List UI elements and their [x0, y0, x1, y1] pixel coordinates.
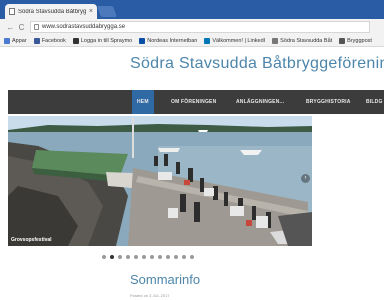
- info-icon[interactable]: [34, 24, 39, 30]
- browser-tab[interactable]: Södra Stavsudda Båtbryg ×: [5, 4, 97, 19]
- address-bar[interactable]: www.sodrastavsuddabrygga.se: [30, 21, 370, 33]
- section-title[interactable]: Sommarinfo: [130, 272, 200, 287]
- reload-icon[interactable]: C: [16, 23, 27, 32]
- slide-dot[interactable]: [158, 255, 162, 259]
- slide-dot[interactable]: [134, 255, 138, 259]
- bookmark-favicon-icon: [4, 37, 10, 44]
- bookmark-favicon-icon: [33, 37, 40, 44]
- back-icon[interactable]: ←: [5, 23, 16, 32]
- bookmark-favicon-icon: [339, 37, 346, 44]
- post-meta: Posted on 3 JUL 2017: [130, 293, 170, 298]
- bookmark-favicon-icon: [72, 37, 79, 44]
- nav-item-hem[interactable]: HEM: [132, 90, 154, 114]
- bookmark-label: Appar: [12, 37, 27, 44]
- slide-dot[interactable]: [182, 255, 186, 259]
- slide-dot[interactable]: [102, 255, 106, 259]
- slide-dot[interactable]: [166, 255, 170, 259]
- bookmarks-bar: Appar Facebook Logga in till Spraymo Nordea…: [0, 35, 384, 47]
- bookmark-label: Nordeas Internetban: [147, 37, 198, 44]
- slide-dot[interactable]: [126, 255, 130, 259]
- hero-caption: Grovsopsfestival: [11, 237, 52, 243]
- slide-dot[interactable]: [142, 255, 146, 259]
- slide-indicators: [102, 255, 198, 259]
- site-navigation: HEM OM FÖRENINGEN ANLÄGGNINGEN... BRYGGH…: [8, 90, 384, 114]
- tab-title: Södra Stavsudda Båtbryg: [18, 8, 87, 15]
- page-favicon-icon: [9, 8, 15, 15]
- nav-item-bildgalleri[interactable]: BILDG: [366, 90, 383, 114]
- bookmark-favicon-icon: [204, 37, 211, 44]
- hero-slideshow[interactable]: Grovsopsfestival ›: [8, 116, 312, 246]
- bookmark-item[interactable]: Nordeas Internetban: [139, 37, 198, 44]
- bookmark-item[interactable]: Södra Stavsudda Båt: [272, 37, 333, 44]
- bookmark-label: Bryggpost: [347, 37, 372, 44]
- next-slide-icon[interactable]: ›: [301, 174, 310, 183]
- slide-dot[interactable]: [190, 255, 194, 259]
- tab-close-icon[interactable]: ×: [89, 8, 93, 15]
- nav-item-om-foreningen[interactable]: OM FÖRENINGEN: [171, 90, 216, 114]
- slide-dot[interactable]: [118, 255, 122, 259]
- bookmark-item[interactable]: Välkommen! | LinkedI: [204, 37, 266, 44]
- toolbar: ← C www.sodrastavsuddabrygga.se: [0, 19, 384, 35]
- slide-dot[interactable]: [174, 255, 178, 259]
- slide-dot[interactable]: [110, 255, 114, 259]
- bookmark-item[interactable]: Appar: [4, 37, 27, 44]
- bookmark-item[interactable]: Facebook: [33, 37, 66, 44]
- site-title[interactable]: Södra Stavsudda Båtbryggeförening: [130, 55, 384, 73]
- bookmark-favicon-icon: [272, 37, 279, 44]
- slide-dot[interactable]: [150, 255, 154, 259]
- bookmark-label: Välkommen! | LinkedI: [212, 37, 266, 44]
- bookmark-label: Logga in till Spraymo: [80, 37, 133, 44]
- bookmark-item[interactable]: Logga in till Spraymo: [72, 37, 133, 44]
- bookmark-label: Facebook: [41, 37, 66, 44]
- url-text: www.sodrastavsuddabrygga.se: [42, 24, 126, 30]
- tab-strip: Södra Stavsudda Båtbryg ×: [0, 0, 384, 19]
- nav-item-anlaggningen[interactable]: ANLÄGGNINGEN...: [236, 90, 284, 114]
- new-tab-button[interactable]: [96, 6, 118, 17]
- bookmark-item[interactable]: Bryggpost: [339, 37, 372, 44]
- browser-window: Södra Stavsudda Båtbryg × ← C www.sodras…: [0, 0, 384, 300]
- bookmark-favicon-icon: [139, 37, 146, 44]
- hero-photo: [8, 116, 312, 246]
- bookmark-label: Södra Stavsudda Båt: [280, 37, 333, 44]
- nav-item-brygghistoria[interactable]: BRYGGHISTORIA: [306, 90, 351, 114]
